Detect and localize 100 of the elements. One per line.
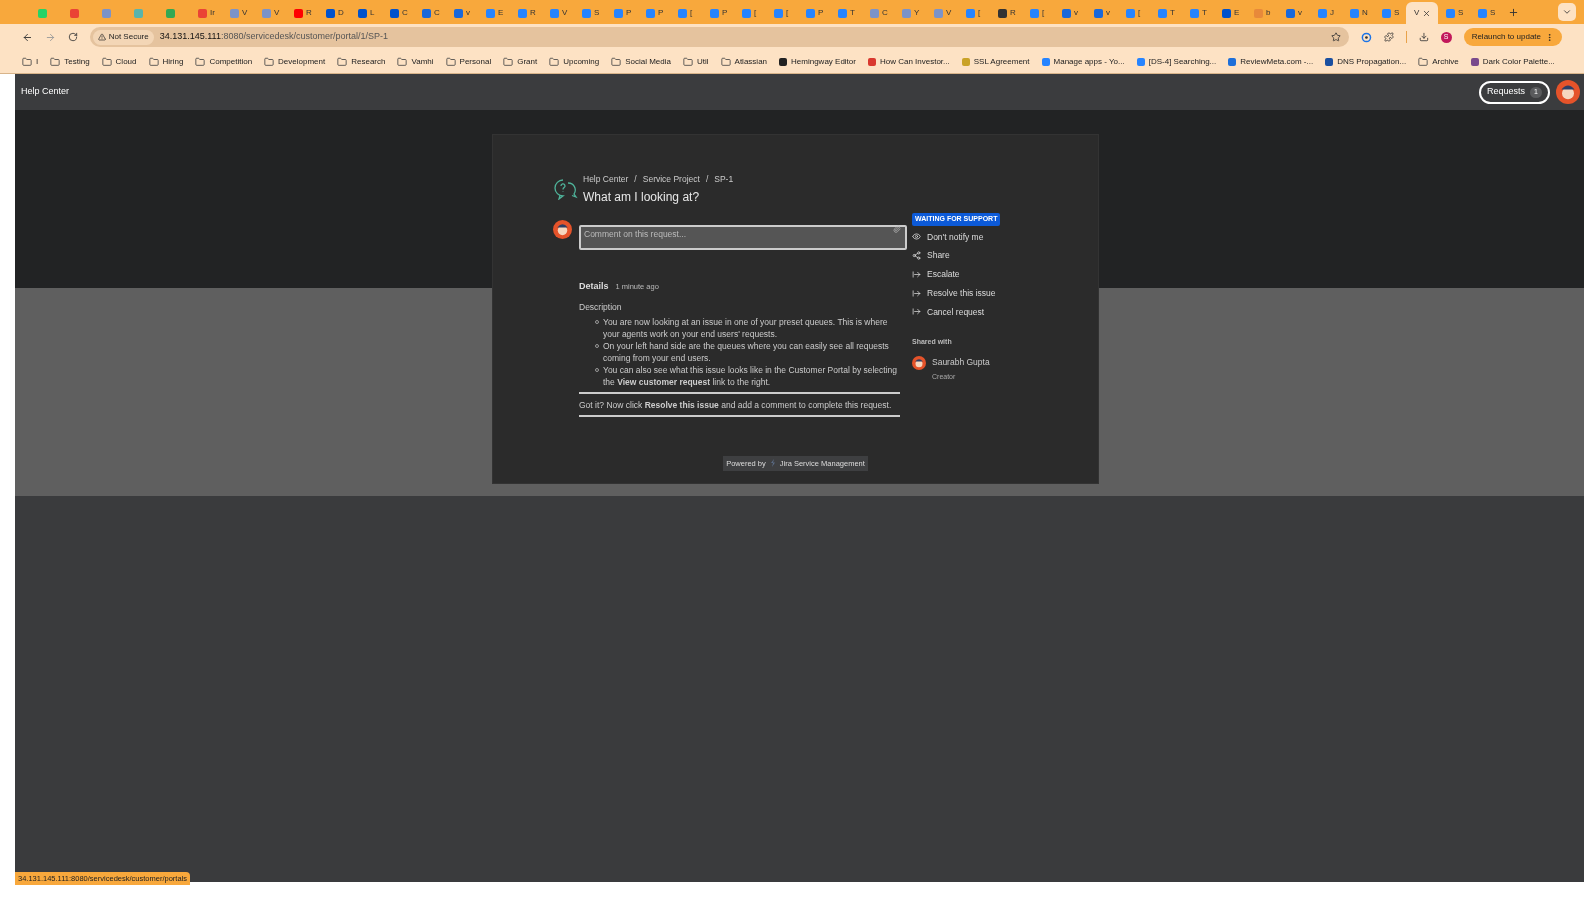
bookmark-item[interactable]: Dark Color Palette...: [1470, 55, 1555, 68]
bookmark-star-icon[interactable]: [1331, 32, 1342, 42]
bookmark-item[interactable]: Testing: [50, 55, 90, 68]
browser-tab[interactable]: T: [1182, 2, 1214, 24]
browser-tab[interactable]: Y: [894, 2, 926, 24]
browser-tab[interactable]: S: [1374, 2, 1406, 24]
browser-tab[interactable]: P: [798, 2, 830, 24]
bookmark-item[interactable]: Atlassian: [720, 55, 768, 68]
browser-tab[interactable]: b: [1246, 2, 1278, 24]
bookmark-item[interactable]: Social Media: [611, 55, 671, 68]
browser-tab[interactable]: v: [446, 2, 478, 24]
bookmark-item[interactable]: Hiring: [148, 55, 184, 68]
browser-tab[interactable]: V: [254, 2, 286, 24]
browser-tab[interactable]: E: [1214, 2, 1246, 24]
user-avatar: [1556, 80, 1580, 104]
folder-icon: [720, 56, 731, 67]
browser-tab[interactable]: D: [318, 2, 350, 24]
browser-tab[interactable]: S: [574, 2, 606, 24]
browser-tab[interactable]: V: [222, 2, 254, 24]
bookmark-item[interactable]: Research: [337, 55, 386, 68]
bookmark-item[interactable]: Hemingway Editor: [779, 55, 856, 68]
extensions-icon[interactable]: [1383, 32, 1394, 42]
folder-icon: [22, 56, 32, 67]
bookmark-item[interactable]: Upcoming: [549, 55, 600, 68]
browser-tab[interactable]: V: [542, 2, 574, 24]
eye-icon: [912, 232, 921, 242]
browser-tab[interactable]: T: [1150, 2, 1182, 24]
browser-tab[interactable]: [: [734, 2, 766, 24]
folder-icon: [264, 56, 275, 67]
arrow-icon: [912, 269, 921, 279]
bookmark-item[interactable]: Util: [683, 55, 709, 68]
browser-tab[interactable]: R: [286, 2, 318, 24]
breadcrumb-link[interactable]: Service Project: [642, 173, 700, 186]
comment-field[interactable]: Comment on this request...: [579, 225, 907, 251]
browser-tab[interactable]: T: [830, 2, 862, 24]
browser-tab[interactable]: P: [606, 2, 638, 24]
breadcrumb-link[interactable]: SP-1: [714, 173, 734, 186]
bookmark-item[interactable]: DNS Propagation...: [1325, 55, 1407, 68]
browser-tab[interactable]: [: [1118, 2, 1150, 24]
reload-icon[interactable]: [67, 32, 78, 42]
relaunch-button[interactable]: Relaunch to update: [1463, 28, 1562, 46]
folder-icon: [549, 56, 560, 67]
browser-tab[interactable]: Ir: [190, 2, 222, 24]
browser-tab[interactable]: v: [1054, 2, 1086, 24]
help-chat-icon: [553, 178, 579, 201]
breadcrumb-separator: /: [705, 173, 709, 186]
breadcrumb-separator: /: [634, 173, 637, 186]
breadcrumb-link[interactable]: Help Center: [583, 173, 629, 186]
browser-tab[interactable]: C: [862, 2, 894, 24]
browser-tab[interactable]: C: [414, 2, 446, 24]
bookmark-item[interactable]: Archive: [1418, 55, 1459, 68]
bookmark-item[interactable]: Grant: [503, 55, 538, 68]
browser-tab[interactable]: N: [1342, 2, 1374, 24]
request-action[interactable]: Escalate: [912, 268, 1001, 281]
browser-tab[interactable]: [: [670, 2, 702, 24]
browser-tab[interactable]: R: [990, 2, 1022, 24]
browser-tab[interactable]: V: [1406, 2, 1438, 24]
security-chip[interactable]: Not Secure: [92, 29, 154, 45]
browser-tab[interactable]: E: [478, 2, 510, 24]
browser-tab[interactable]: R: [510, 2, 542, 24]
browser-tab[interactable]: v: [1278, 2, 1310, 24]
lens-icon[interactable]: [1361, 31, 1372, 43]
bookmark-item[interactable]: Competition: [195, 55, 253, 68]
browser-tab[interactable]: V: [926, 2, 958, 24]
browser-tab[interactable]: P: [702, 2, 734, 24]
instruction-text: Got it? Now click Resolve this issue and add a comment to complete this request.: [579, 398, 892, 411]
browser-tab[interactable]: [: [766, 2, 798, 24]
attach-icon[interactable]: [893, 224, 901, 233]
bookmark-item[interactable]: Personal: [445, 55, 492, 68]
bookmark-item[interactable]: How Can Investor...: [867, 55, 950, 68]
new-tab-icon[interactable]: [1508, 7, 1519, 18]
browser-tab[interactable]: L: [350, 2, 382, 24]
menu-icon: [1545, 32, 1554, 42]
browser-tab[interactable]: [: [958, 2, 990, 24]
browser-tab[interactable]: S: [1438, 2, 1470, 24]
browser-tab[interactable]: v: [1086, 2, 1118, 24]
bookmark-item[interactable]: Manage apps - Yo...: [1041, 55, 1125, 68]
browser-tab[interactable]: S: [1470, 2, 1502, 24]
close-icon[interactable]: [1422, 8, 1432, 18]
address-bar[interactable]: Not Secure 34.131.145.111:8080/servicedesk/customer/portal/1/SP-1: [89, 27, 1350, 47]
help-center-link[interactable]: Help Center: [21, 85, 70, 99]
browser-tab[interactable]: C: [382, 2, 414, 24]
folder-icon: [337, 56, 348, 67]
request-action[interactable]: Share: [912, 249, 1001, 262]
bookmark-item[interactable]: Development: [264, 55, 326, 68]
back-icon[interactable]: [22, 31, 33, 43]
browser-tab[interactable]: J: [1310, 2, 1342, 24]
bookmark-item[interactable]: [DS-4] Searching...: [1136, 55, 1217, 68]
request-action[interactable]: Cancel request: [912, 305, 1001, 319]
bookmark-item[interactable]: I: [22, 55, 39, 68]
request-action[interactable]: Don't notify me: [912, 230, 1001, 244]
bookmark-item[interactable]: SSL Agreement: [961, 55, 1030, 68]
chevron-down-icon: [1562, 7, 1572, 17]
bookmark-item[interactable]: ReviewMeta.com -...: [1228, 55, 1314, 68]
browser-tab[interactable]: P: [638, 2, 670, 24]
bookmark-item[interactable]: Cloud: [101, 55, 137, 68]
browser-tab[interactable]: [: [1022, 2, 1054, 24]
request-action[interactable]: Resolve this issue: [912, 286, 1001, 300]
bookmark-item[interactable]: Vamhi: [397, 55, 434, 68]
download-icon[interactable]: [1418, 32, 1429, 42]
